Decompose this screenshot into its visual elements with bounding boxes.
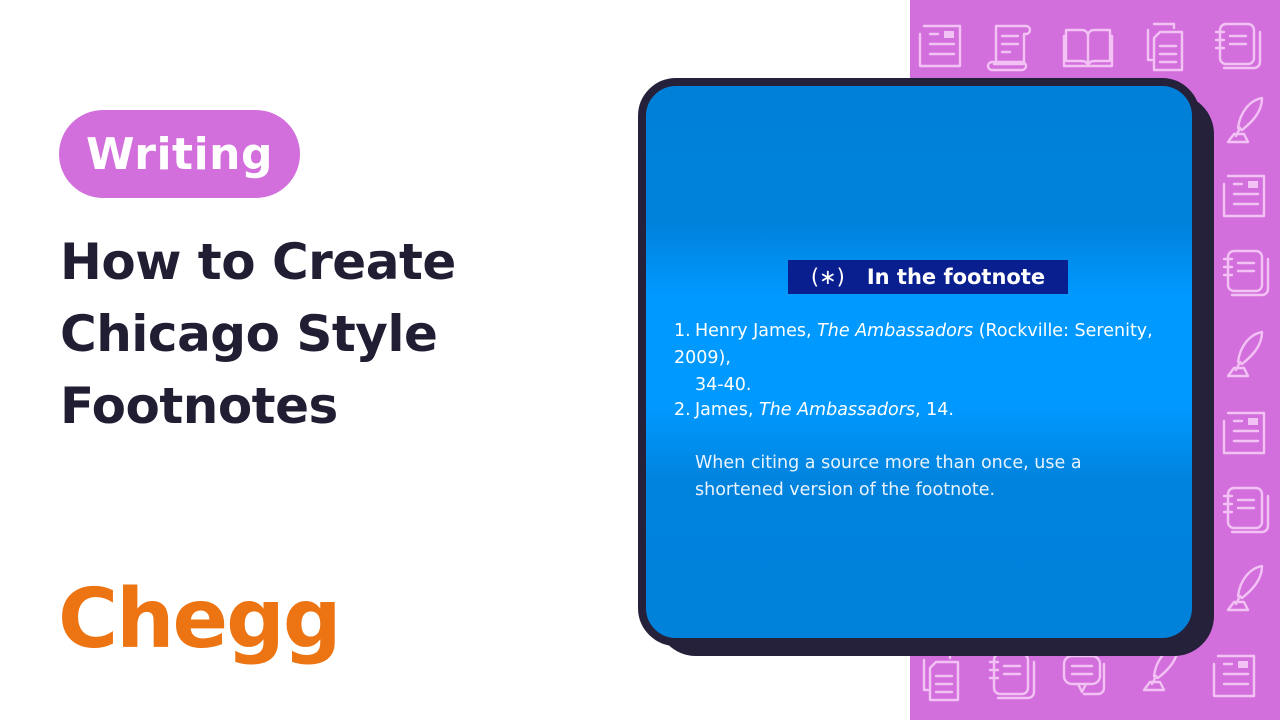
newspaper-icon <box>1206 648 1262 704</box>
footnote-author: Henry James, <box>695 321 818 341</box>
title-line: Footnotes <box>60 377 338 435</box>
title-line: How to Create <box>60 233 456 291</box>
footnote-work-title: The Ambassadors <box>817 321 974 341</box>
newspaper-icon <box>1216 168 1272 224</box>
quill-icon <box>1216 92 1272 148</box>
documents-icon <box>912 648 968 704</box>
quill-icon <box>1216 326 1272 382</box>
chegg-logo: Chegg <box>58 572 342 667</box>
footnote-item: 2. James, The Ambassadors, 14. <box>674 397 954 424</box>
documents-icon <box>1136 18 1192 74</box>
notebook-icon <box>1216 245 1272 301</box>
category-label: Writing <box>86 128 273 180</box>
explanation-text: When citing a source more than once, use… <box>695 453 1082 500</box>
footnote-item: 1. Henry James, The Ambassadors (Rockvill… <box>674 318 1192 399</box>
footnote-author: James, <box>695 400 759 420</box>
newspaper-icon <box>912 18 968 74</box>
asterisk-icon: (∗) <box>810 265 845 289</box>
section-label: (∗) In the footnote <box>788 260 1068 294</box>
page-title: How to Create Chicago Style Footnotes <box>60 226 560 442</box>
footnote-pages: 34-40. <box>695 375 752 395</box>
quill-icon <box>1216 560 1272 616</box>
footnote-number: 2. <box>674 400 691 420</box>
footnote-work-title: The Ambassadors <box>758 400 916 420</box>
title-line: Chicago Style <box>60 305 438 363</box>
footnote-example-card: (∗) In the footnote 1. Henry James, The A… <box>638 78 1200 646</box>
section-label-text: In the footnote <box>866 265 1046 289</box>
newspaper-icon <box>1216 405 1272 461</box>
scroll-icon <box>982 18 1038 74</box>
chat-icon <box>1056 648 1112 704</box>
notebook-icon <box>982 648 1038 704</box>
footnote-pages: , 14. <box>915 400 954 420</box>
category-badge: Writing <box>59 110 300 198</box>
footnote-number: 1. <box>674 321 691 341</box>
open-book-icon <box>1060 18 1116 74</box>
notebook-icon <box>1208 18 1264 74</box>
notebook-icon <box>1216 482 1272 538</box>
